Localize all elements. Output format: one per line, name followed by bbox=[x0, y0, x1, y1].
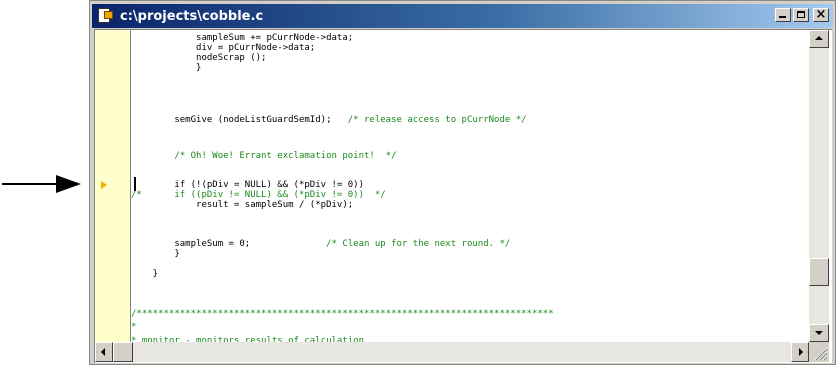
close-button[interactable]: × bbox=[813, 7, 829, 22]
code-comment: /* release access to pCurrNode */ bbox=[347, 115, 527, 125]
minimize-icon bbox=[779, 16, 786, 18]
maximize-button[interactable] bbox=[793, 8, 809, 22]
editor-window: c:\projects\cobble.c × sampleSum += pCur… bbox=[89, 0, 836, 365]
scroll-down-button[interactable] bbox=[809, 324, 829, 342]
code-text: sampleSum = 0; bbox=[131, 239, 327, 249]
code-line: } bbox=[131, 269, 159, 279]
arrow-right-icon bbox=[2, 175, 81, 193]
maximize-icon bbox=[797, 11, 805, 18]
vertical-scroll-thumb[interactable] bbox=[809, 258, 829, 286]
text-cursor bbox=[134, 177, 136, 191]
scroll-right-button[interactable] bbox=[791, 342, 809, 362]
resize-grip-icon bbox=[814, 347, 828, 361]
close-icon: × bbox=[815, 7, 827, 22]
title-bar[interactable]: c:\projects\cobble.c × bbox=[92, 4, 833, 28]
code-line: * bbox=[131, 322, 137, 332]
editor-client: sampleSum += pCurrNode->data; div = pCur… bbox=[94, 29, 832, 363]
code-line: sampleSum += pCurrNode->data; bbox=[131, 33, 354, 43]
code-line: /* Oh! Woe! Errant exclamation point! */ bbox=[131, 151, 397, 161]
scroll-left-button[interactable] bbox=[95, 342, 113, 362]
scroll-up-icon bbox=[815, 36, 823, 40]
code-line: if (!(pDiv = NULL) && (*pDiv != 0)) bbox=[131, 180, 364, 190]
horizontal-scroll-thumb[interactable] bbox=[113, 342, 133, 362]
minimize-button[interactable] bbox=[775, 8, 791, 22]
code-line: sampleSum = 0; /* Clean up for the next … bbox=[131, 239, 510, 249]
scroll-up-button[interactable] bbox=[809, 30, 829, 48]
code-line: /* if ((pDiv != NULL) && (*pDiv != 0)) *… bbox=[131, 190, 386, 200]
execution-pointer-icon bbox=[101, 181, 107, 189]
resize-grip[interactable] bbox=[809, 342, 829, 362]
code-line: } bbox=[131, 63, 202, 73]
window-title: c:\projects\cobble.c bbox=[120, 8, 264, 24]
vertical-scrollbar[interactable] bbox=[809, 30, 829, 342]
code-text: semGive (nodeListGuardSemId); bbox=[131, 115, 348, 125]
code-line: result = sampleSum / (*pDiv); bbox=[131, 200, 354, 210]
code-comment: /* Clean up for the next round. */ bbox=[326, 239, 511, 249]
code-line: } bbox=[131, 249, 180, 259]
code-line: div = pCurrNode->data; bbox=[131, 43, 316, 53]
horizontal-scrollbar[interactable] bbox=[95, 342, 809, 362]
code-line: /***************************************… bbox=[131, 309, 554, 319]
scroll-right-icon bbox=[799, 348, 803, 356]
code-editor[interactable]: sampleSum += pCurrNode->data; div = pCur… bbox=[131, 30, 809, 342]
code-line: semGive (nodeListGuardSemId); /* release… bbox=[131, 115, 527, 125]
code-line: nodeScrap (); bbox=[131, 53, 267, 63]
source-file-icon[interactable] bbox=[98, 8, 114, 24]
scroll-left-icon bbox=[101, 348, 105, 356]
breakpoint-gutter[interactable] bbox=[95, 30, 130, 342]
scroll-down-icon bbox=[815, 331, 823, 335]
